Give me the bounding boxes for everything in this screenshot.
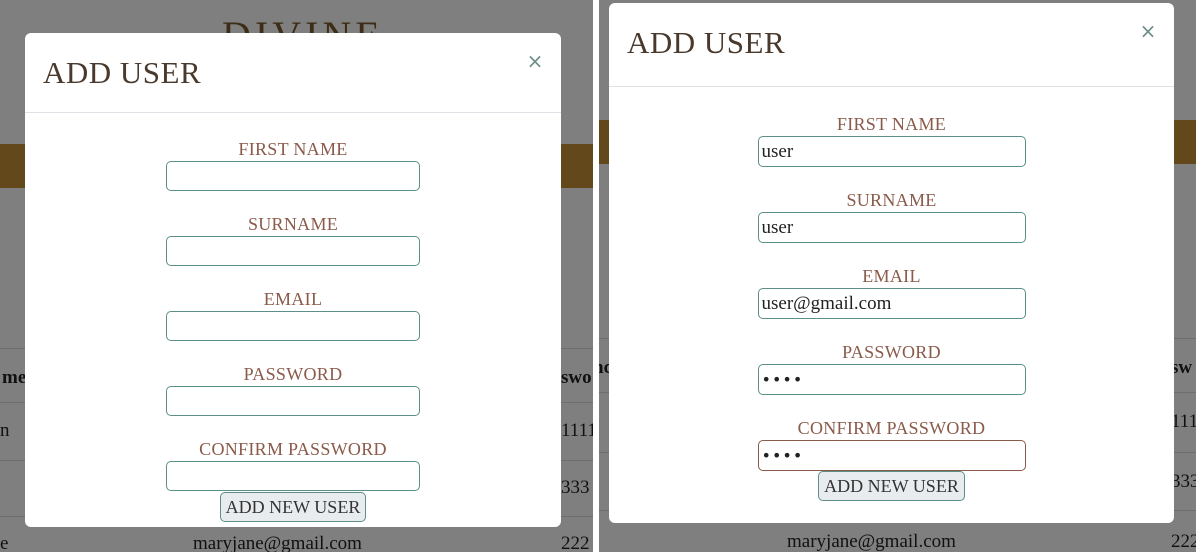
email-label: EMAIL xyxy=(862,266,921,286)
email-label: EMAIL xyxy=(263,289,323,309)
confirm-password-input[interactable] xyxy=(757,440,1026,471)
password-input[interactable] xyxy=(757,364,1026,395)
email-input[interactable] xyxy=(166,311,420,341)
close-icon[interactable]: × xyxy=(1138,21,1158,41)
surname-input[interactable] xyxy=(757,212,1026,243)
add-user-modal: ADD USER × FIRST NAME SURNAME EMAIL PASS… xyxy=(25,33,561,527)
password-label: PASSWORD xyxy=(243,364,343,384)
modal-header: ADD USER × xyxy=(25,33,561,113)
surname-label: SURNAME xyxy=(846,190,937,210)
confirm-password-label: CONFIRM PASSWORD xyxy=(797,418,986,438)
add-user-modal: ADD USER × FIRST NAME SURNAME EMAIL PASS… xyxy=(609,3,1174,523)
first-name-label: FIRST NAME xyxy=(238,139,348,159)
surname-label: SURNAME xyxy=(247,214,339,234)
add-new-user-button[interactable]: ADD NEW USER xyxy=(219,492,367,522)
password-label: PASSWORD xyxy=(842,342,941,362)
screenshot-left: DIVINE me swo n 1111 333 e maryjane@gmai… xyxy=(0,0,593,552)
confirm-password-label: CONFIRM PASSWORD xyxy=(199,439,387,459)
modal-title: ADD USER xyxy=(43,55,202,90)
surname-input[interactable] xyxy=(166,236,420,266)
email-input[interactable] xyxy=(757,288,1026,319)
screenshot-right: nc sw 111 333 maryjane@gmail.com 222 ADD… xyxy=(599,0,1196,552)
add-user-form: FIRST NAME SURNAME EMAIL PASSWORD CONFIR… xyxy=(609,87,1174,501)
modal-header: ADD USER × xyxy=(609,3,1174,87)
add-user-form: FIRST NAME SURNAME EMAIL PASSWORD CONFIR… xyxy=(25,113,561,522)
close-icon[interactable]: × xyxy=(525,51,545,71)
first-name-input[interactable] xyxy=(757,136,1026,167)
add-new-user-button[interactable]: ADD NEW USER xyxy=(818,471,965,501)
password-input[interactable] xyxy=(166,386,420,416)
first-name-label: FIRST NAME xyxy=(836,114,947,134)
first-name-input[interactable] xyxy=(166,161,420,191)
confirm-password-input[interactable] xyxy=(166,461,420,491)
modal-title: ADD USER xyxy=(627,25,786,60)
